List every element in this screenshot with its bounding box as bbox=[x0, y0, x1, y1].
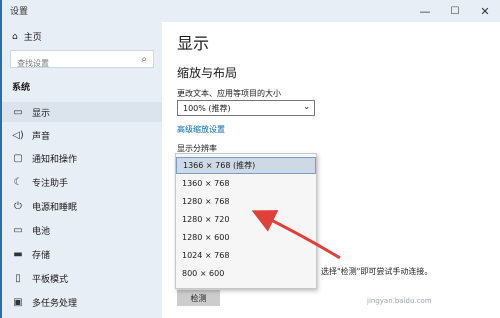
watermark: jingyan.baidu.com bbox=[367, 297, 432, 305]
settings-window: 设置 — ☐ ✕ ⌂ 主页 ⌕ 系统 ▭ 显示 ◁) 声音 ▢ 通知和操作 ☾ … bbox=[2, 0, 500, 318]
annotation-arrow-icon bbox=[251, 210, 341, 260]
